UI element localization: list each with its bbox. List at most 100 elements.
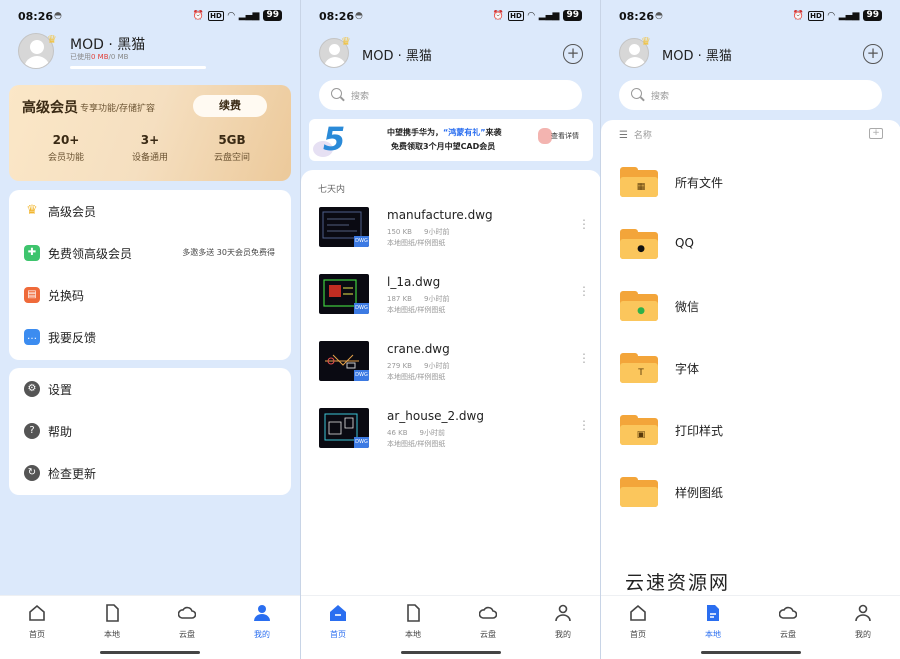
bottom-nav: 首页 本地 云盘 我的 [601,595,900,659]
file-row[interactable]: DWG crane.dwg 279 KB 9小时前 本地图纸/样例图纸 ⋮ [301,341,600,405]
cloud-icon [177,606,197,619]
more-options-icon[interactable]: ⋮ [578,284,590,298]
feedback-icon: … [24,329,40,345]
settings-icon: ⚙ [24,381,40,397]
search-input[interactable]: 搜索 [619,80,882,110]
tap-hand-icon [538,128,552,144]
menu-item-settings[interactable]: ⚙ 设置 [9,368,291,410]
sort-icon: ☰ [619,130,628,141]
nav-local[interactable]: 本地 [688,604,738,640]
renew-button[interactable]: 续费 [193,95,267,117]
recent-files: 七天内 DWG manufacture.dwg 150 KB 9小时前 本地图纸/… [301,170,600,600]
folder-item[interactable]: ▦ 所有文件 [601,167,900,229]
folder-list: ☰ 名称 + ▦ 所有文件 ● QQ ● 微信 T 字体 ▣ 打印样式 样例图纸 [601,120,900,600]
printer-icon: ▣ [620,415,658,445]
drawing-thumbnail: DWG [319,207,369,247]
nav-home[interactable]: 首页 [313,604,363,640]
menu-item-check-update[interactable]: ↻ 检查更新 [9,452,291,494]
hd-icon: HD [808,10,824,21]
document-icon [407,604,420,622]
nav-cloud[interactable]: 云盘 [162,604,212,640]
battery-icon: 99 [563,10,582,21]
help-icon: ? [24,423,40,439]
vip-crown-icon: ♛ [341,35,351,48]
refresh-icon: ↻ [24,465,40,481]
add-button[interactable]: + [563,44,583,64]
gift-icon: ✚ [24,245,40,261]
more-options-icon[interactable]: ⋮ [578,351,590,365]
nav-home[interactable]: 首页 [613,604,663,640]
more-options-icon[interactable]: ⋮ [578,418,590,432]
menu-item-free-vip[interactable]: ✚ 免费领高级会员 多邀多送 30天会员免费得 [9,232,291,274]
storage-bar [70,66,206,69]
document-icon [707,605,719,621]
search-input[interactable]: 搜索 [319,80,582,110]
user-name[interactable]: MOD · 黑猫 [362,45,432,64]
menu-card-settings: ⚙ 设置 ? 帮助 ↻ 检查更新 [9,368,291,495]
bottom-nav: 首页 本地 云盘 我的 [0,595,300,659]
folder-item[interactable]: ● 微信 [601,291,900,353]
status-bar: 08:26 ◓ ⏰ HD ◠ ▂▄▆ 99 [18,8,282,26]
profile-screen: 08:26 ◓ ⏰ HD ◠ ▂▄▆ 99 ♛ MOD · 黑猫 已使用0 MB… [0,0,300,659]
vip-stat: 20+ 会员功能 [47,133,84,163]
user-name[interactable]: MOD · 黑猫 [70,34,145,54]
nav-me[interactable]: 我的 [838,604,888,640]
more-options-icon[interactable]: ⋮ [578,217,590,231]
nav-local[interactable]: 本地 [87,604,137,640]
menu-item-help[interactable]: ? 帮助 [9,410,291,452]
add-button[interactable]: + [863,44,883,64]
folder-item[interactable]: T 字体 [601,353,900,415]
search-icon [631,88,642,99]
vip-card[interactable]: 高级会员 专享功能/存储扩容 续费 20+ 会员功能 3+ 设备通用 5GB 云… [9,85,291,181]
file-row[interactable]: DWG ar_house_2.dwg 46 KB 9小时前 本地图纸/样例图纸 ⋮ [301,408,600,472]
home-screen: 08:26 ◓ ⏰ HD ◠ ▂▄▆ 99 ♛ MOD · 黑猫 + 搜索 5 中望… [300,0,600,659]
status-icons: ⏰ HD ◠ ▂▄▆ 99 [193,10,282,21]
sort-control[interactable]: ☰ 名称 [619,128,652,141]
vip-title: 高级会员 [22,100,78,116]
promo-banner[interactable]: 5 中望携手华为，“鸿蒙有礼”来袭 免费领取3个月中望CAD会员 查看详情 [309,119,593,161]
nav-cloud[interactable]: 云盘 [763,604,813,640]
folder-item[interactable]: ● QQ [601,229,900,291]
section-title: 七天内 [318,185,346,195]
user-name[interactable]: MOD · 黑猫 [662,45,732,64]
wifi-icon: ◠ [527,10,535,21]
status-icons: ⏰ HD ◠ ▂▄▆ 99 [793,10,882,21]
signal-icon: ▂▄▆ [238,10,260,21]
nav-local[interactable]: 本地 [388,604,438,640]
home-indicator[interactable] [701,651,801,654]
promo-cta[interactable]: 查看详情 [551,131,579,141]
file-row[interactable]: DWG manufacture.dwg 150 KB 9小时前 本地图纸/样例图纸… [301,207,600,271]
nav-home[interactable]: 首页 [12,604,62,640]
document-icon [106,604,119,622]
signal-icon: ▂▄▆ [538,10,560,21]
alarm-icon: ⏰ [492,10,505,21]
nav-me[interactable]: 我的 [237,604,287,640]
home-icon [330,605,346,621]
battery-icon: 99 [263,10,282,21]
folder-item[interactable]: ▣ 打印样式 [601,415,900,477]
menu-item-feedback[interactable]: … 我要反馈 [9,316,291,358]
wifi-icon: ◠ [827,10,835,21]
wifi-icon: ◠ [227,10,235,21]
home-indicator[interactable] [401,651,501,654]
home-indicator[interactable] [100,651,200,654]
menu-item-vip[interactable]: ♛ 高级会员 [9,190,291,232]
file-row[interactable]: DWG l_1a.dwg 187 KB 9小时前 本地图纸/样例图纸 ⋮ [301,274,600,338]
alarm-icon: ⏰ [792,10,805,21]
menu-item-redeem[interactable]: ▤ 兑换码 [9,274,291,316]
hd-icon: HD [208,10,224,21]
nav-me[interactable]: 我的 [538,604,588,640]
alarm-icon: ⏰ [192,10,205,21]
notification-icon: ◓ [54,11,62,21]
font-icon: T [620,353,658,383]
new-folder-icon[interactable]: + [869,128,883,139]
promo-line1: 中望携手华为，“鸿蒙有礼”来袭 [387,128,502,137]
promo-line2: 免费领取3个月中望CAD会员 [391,142,496,151]
folder-item[interactable]: 样例图纸 [601,477,900,539]
nav-cloud[interactable]: 云盘 [463,604,513,640]
hd-icon: HD [508,10,524,21]
all-files-icon: ▦ [620,167,658,197]
qq-icon: ● [620,229,658,259]
vip-crown-icon: ♛ [641,35,651,48]
person-icon [555,604,571,622]
